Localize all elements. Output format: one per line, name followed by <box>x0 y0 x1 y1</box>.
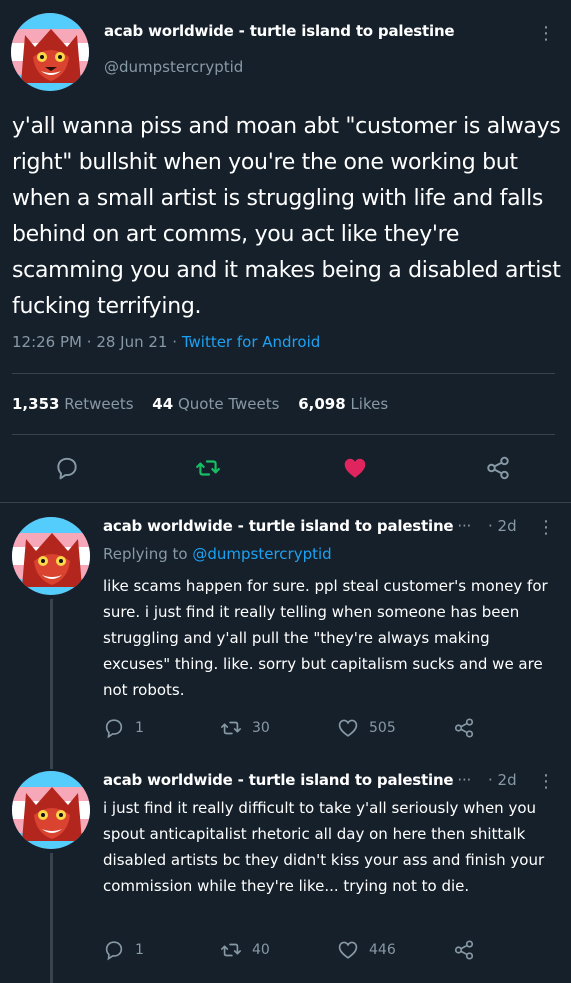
author-handle[interactable]: @dumpstercryptid <box>104 58 243 76</box>
quotes-count: 44 <box>152 395 174 413</box>
author-name-text: acab worldwide - turtle island to palest… <box>103 517 454 535</box>
like-button[interactable]: 446 <box>337 939 396 961</box>
tweet-meta: 12:26 PM · 28 Jun 21 · Twitter for Andro… <box>12 333 320 351</box>
tweet-date[interactable]: 28 Jun 21 <box>96 333 167 351</box>
share-icon <box>454 940 474 960</box>
name-overflow: ··· <box>457 517 472 535</box>
avatar[interactable] <box>12 771 90 849</box>
retweets-stat[interactable]: 1,353 Retweets <box>12 395 138 413</box>
thread-line <box>50 853 53 983</box>
retweet-count: 30 <box>252 720 270 736</box>
reply-count: 1 <box>135 942 144 958</box>
author-name-text: acab worldwide - turtle island to palest… <box>103 771 454 789</box>
divider <box>12 373 555 374</box>
avatar[interactable] <box>11 13 89 91</box>
quotes-label: Quote Tweets <box>177 395 280 413</box>
thread-line <box>50 743 53 769</box>
more-vertical-icon[interactable]: ⋮ <box>537 519 555 537</box>
tweet-stats: 1,353 Retweets 44 Quote Tweets 6,098 Lik… <box>12 395 402 413</box>
like-count: 446 <box>369 942 396 958</box>
reply-button[interactable] <box>51 452 83 484</box>
tweet-text: like scams happen for sure. ppl steal cu… <box>103 577 548 699</box>
tweet-text: y'all wanna piss and moan abt "customer … <box>12 114 561 319</box>
reply-tweet[interactable]: acab worldwide - turtle island to palest… <box>0 743 571 983</box>
reply-button[interactable]: 1 <box>103 717 144 739</box>
reply-button[interactable]: 1 <box>103 939 144 961</box>
reply-icon <box>57 457 77 480</box>
more-vertical-icon[interactable]: ⋮ <box>537 25 555 43</box>
author-name[interactable]: acab worldwide - turtle island to palest… <box>103 771 471 789</box>
retweet-button[interactable]: 40 <box>220 939 270 961</box>
retweet-icon <box>221 943 241 957</box>
main-tweet: acab worldwide - turtle island to palest… <box>0 0 571 503</box>
likes-label: Likes <box>350 395 389 413</box>
replying-to-handle[interactable]: @dumpstercryptid <box>192 545 331 563</box>
reply-icon <box>105 941 123 961</box>
share-icon <box>487 456 509 480</box>
author-name[interactable]: acab worldwide - turtle island to palest… <box>103 517 471 535</box>
retweets-count: 1,353 <box>12 395 60 413</box>
replying-to-label: Replying to <box>103 545 188 563</box>
divider <box>12 434 555 435</box>
heart-icon <box>338 719 358 737</box>
thread-line <box>50 599 53 746</box>
heart-icon <box>344 458 366 478</box>
tweet-text: i just find it really difficult to take … <box>103 799 545 895</box>
reply-tweet[interactable]: acab worldwide - turtle island to palest… <box>0 503 571 746</box>
share-button[interactable] <box>482 452 514 484</box>
author-name[interactable]: acab worldwide - turtle island to palest… <box>104 22 455 40</box>
like-button[interactable]: 505 <box>337 717 396 739</box>
likes-count: 6,098 <box>298 395 346 413</box>
retweet-count: 40 <box>252 942 270 958</box>
like-button[interactable] <box>339 452 371 484</box>
like-count: 505 <box>369 720 396 736</box>
tweet-age[interactable]: · 2d <box>488 517 517 535</box>
likes-stat[interactable]: 6,098 Likes <box>298 395 388 413</box>
avatar[interactable] <box>12 517 90 595</box>
tweet-time[interactable]: 12:26 PM <box>12 333 82 351</box>
meta-separator: · <box>172 333 178 351</box>
tweet-age[interactable]: · 2d <box>488 771 517 789</box>
share-icon <box>454 718 474 738</box>
tweet-source[interactable]: Twitter for Android <box>182 333 320 351</box>
heart-icon <box>338 941 358 959</box>
retweet-button[interactable]: 30 <box>220 717 270 739</box>
reply-icon <box>105 719 123 739</box>
share-button[interactable] <box>453 939 485 961</box>
retweet-button[interactable] <box>192 452 224 484</box>
retweet-icon <box>196 460 220 476</box>
reply-count: 1 <box>135 720 144 736</box>
retweet-icon <box>221 721 241 735</box>
more-vertical-icon[interactable]: ⋮ <box>537 773 555 791</box>
replying-to: Replying to @dumpstercryptid <box>103 545 332 563</box>
retweets-label: Retweets <box>64 395 134 413</box>
share-button[interactable] <box>453 717 485 739</box>
meta-separator: · <box>86 333 92 351</box>
name-overflow: ··· <box>457 771 472 789</box>
quotes-stat[interactable]: 44 Quote Tweets <box>152 395 284 413</box>
